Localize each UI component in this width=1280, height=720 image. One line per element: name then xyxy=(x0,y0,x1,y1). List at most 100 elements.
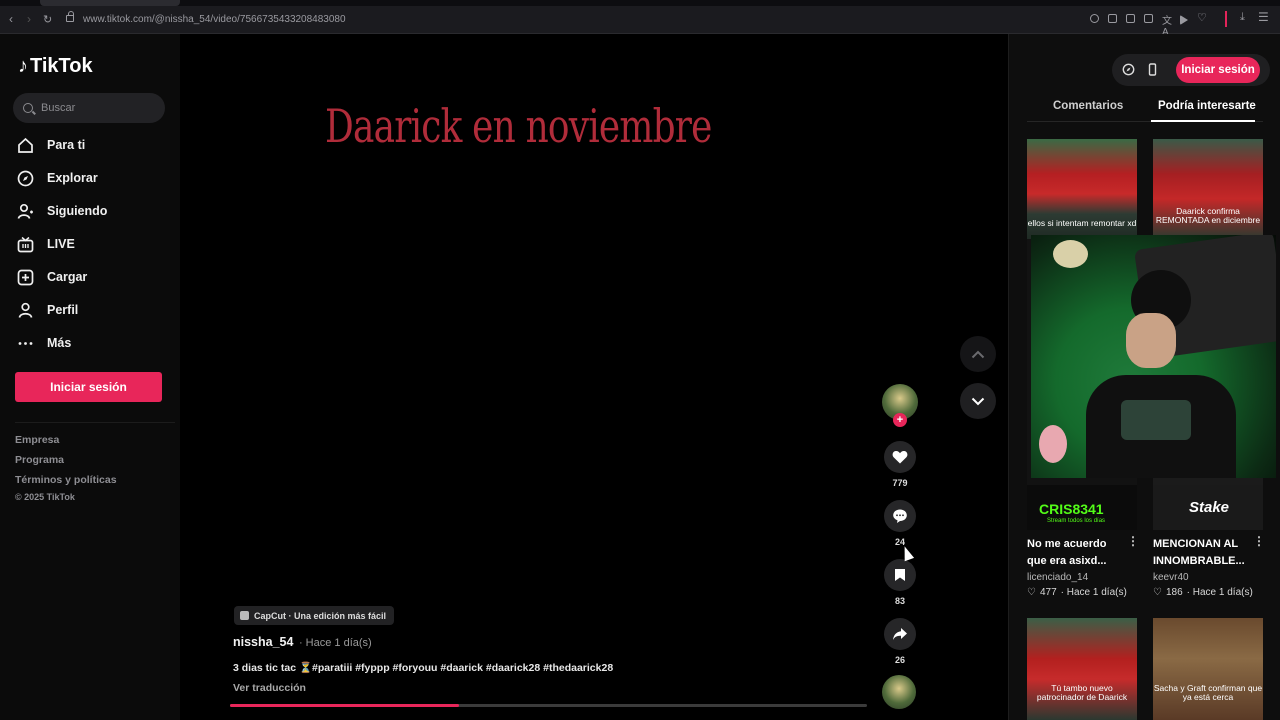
footer-link-empresa[interactable]: Empresa xyxy=(15,434,59,446)
tab-comentarios[interactable]: Comentarios xyxy=(1053,100,1123,112)
back-icon[interactable]: ‹ xyxy=(9,12,13,26)
bookmark-icon[interactable] xyxy=(884,559,916,591)
tiktok-logo[interactable]: ♪ TikTok xyxy=(18,55,93,78)
chevron-down-icon xyxy=(971,397,985,405)
login-button-top[interactable]: Iniciar sesión xyxy=(1176,57,1260,83)
card-title[interactable]: MENCIONAN AL INNOMBRABLE... xyxy=(1153,536,1253,569)
video-author[interactable]: nissha_54 · Hace 1 día(s) xyxy=(233,635,372,649)
pin-icon[interactable] xyxy=(1108,14,1117,23)
more-options-icon[interactable]: ⋮ xyxy=(1127,534,1139,548)
share-icon[interactable] xyxy=(884,618,916,650)
nav-item-para-ti[interactable]: Para ti xyxy=(17,134,85,156)
share-action[interactable]: 26 xyxy=(884,618,916,665)
tab-podria-interesarte[interactable]: Podría interesarte xyxy=(1158,100,1256,112)
card-likes: 186 xyxy=(1165,587,1183,598)
video-player[interactable]: Daarick en noviembre CapCut · Una edició… xyxy=(180,34,1008,720)
home-icon xyxy=(17,137,34,154)
video-thumbnail[interactable]: Sacha y Graft confirman que ya está cerc… xyxy=(1153,618,1263,720)
zoom-icon[interactable] xyxy=(1090,14,1099,23)
compass-icon[interactable] xyxy=(1122,63,1135,76)
reload-icon[interactable]: ↻ xyxy=(43,13,52,26)
video-thumbnail[interactable]: Daarick confirma REMONTADA en diciembre xyxy=(1153,139,1263,239)
microphone xyxy=(1053,240,1088,268)
like-action[interactable]: 779 xyxy=(884,441,916,488)
heart-icon[interactable] xyxy=(884,441,916,473)
live-tv-icon xyxy=(17,236,34,253)
sound-avatar[interactable] xyxy=(882,675,916,709)
chevron-up-icon xyxy=(971,350,985,358)
sidebar: ♪ TikTok Para ti Explorar Siguiendo LIVE… xyxy=(0,34,180,720)
capcut-icon xyxy=(240,611,249,620)
share-count: 26 xyxy=(894,655,905,665)
nav-item-live[interactable]: LIVE xyxy=(17,233,75,255)
nav-item-siguiendo[interactable]: Siguiendo xyxy=(17,200,107,222)
footer-link-terminos[interactable]: Términos y políticas xyxy=(15,474,117,486)
creator-avatar[interactable]: + xyxy=(882,384,918,427)
upload-plus-icon xyxy=(17,269,34,286)
next-video-button[interactable] xyxy=(960,383,996,419)
follow-plus-icon[interactable]: + xyxy=(893,413,907,427)
logo-text: TikTok xyxy=(30,55,93,77)
video-thumbnail[interactable]: Tú tambo nuevo patrocinador de Daarick xyxy=(1027,618,1137,720)
comment-icon[interactable] xyxy=(884,500,916,532)
menu-icon[interactable]: ☰ xyxy=(1258,10,1269,24)
shirt-print xyxy=(1121,400,1191,440)
video-thumbnail[interactable]: ellos si intentam remontar xd xyxy=(1027,139,1137,239)
card-likes: 477 xyxy=(1039,587,1057,598)
address-bar[interactable]: www.tiktok.com/@nissha_54/video/75667354… xyxy=(83,14,346,25)
comment-action[interactable]: 24 xyxy=(884,500,916,547)
right-panel: Iniciar sesión Comentarios Podría intere… xyxy=(1008,34,1280,720)
compass-icon xyxy=(17,170,34,187)
translate-icon[interactable]: 文A xyxy=(1162,12,1172,38)
shield-icon[interactable] xyxy=(1144,14,1153,23)
download-icon[interactable]: ⤓ xyxy=(1240,11,1249,23)
stake-logo: Stake xyxy=(1189,499,1230,516)
nav-item-cargar[interactable]: Cargar xyxy=(17,266,87,288)
card-user[interactable]: keevr40 xyxy=(1153,572,1189,583)
more-options-icon[interactable]: ⋮ xyxy=(1253,534,1265,548)
card-user[interactable]: licenciado_14 xyxy=(1027,572,1088,583)
nav-item-perfil[interactable]: Perfil xyxy=(17,299,78,321)
action-rail: + 779 24 83 26 xyxy=(882,384,918,665)
video-progress-bar[interactable] xyxy=(230,704,867,707)
login-button[interactable]: Iniciar sesión xyxy=(15,372,162,402)
previous-video-button[interactable] xyxy=(960,336,996,372)
play-icon[interactable] xyxy=(1180,15,1188,25)
thumbnail-caption: Sacha y Graft confirman que ya está cerc… xyxy=(1153,683,1263,703)
search-box[interactable] xyxy=(13,93,165,123)
person-follow-icon xyxy=(17,203,34,220)
streamer-webcam-overlay xyxy=(1031,235,1276,478)
lock-icon xyxy=(66,11,74,22)
nav-label: Siguiendo xyxy=(47,204,108,218)
save-action[interactable]: 83 xyxy=(884,559,916,606)
search-input[interactable] xyxy=(41,102,151,114)
video-caption: 3 dias tic tac ⏳#paratiii #fyppp #foryou… xyxy=(233,662,614,674)
stake-banner: Stake xyxy=(1153,485,1263,530)
author-name[interactable]: nissha_54 xyxy=(233,635,293,649)
panel-tabs: Comentarios Podría interesarte xyxy=(1027,92,1263,122)
mobile-icon[interactable] xyxy=(1146,63,1159,76)
search-icon xyxy=(23,103,33,113)
heart-outline-icon: ♡ xyxy=(1027,587,1036,598)
browser-toolbar: ‹ › ↻ www.tiktok.com/@nissha_54/video/75… xyxy=(0,0,1280,38)
browser-tab[interactable] xyxy=(40,0,180,6)
kick-banner: CRIS8341 Stream todos los días xyxy=(1027,485,1137,530)
card-time: · Hace 1 día(s) xyxy=(1060,587,1127,598)
active-tab-indicator xyxy=(1151,120,1255,122)
person-icon xyxy=(17,302,34,319)
capcut-label: CapCut · Una edición más fácil xyxy=(254,610,387,621)
footer-link-programa[interactable]: Programa xyxy=(15,454,64,466)
nav-item-mas[interactable]: Más xyxy=(17,332,71,354)
nav-label: Más xyxy=(47,336,72,350)
screenshot-icon[interactable] xyxy=(1126,14,1135,23)
emote-sticker xyxy=(1039,425,1067,463)
heart-bookmark-icon[interactable]: ♡ xyxy=(1197,11,1207,24)
card-title[interactable]: No me acuerdo que era asixd... xyxy=(1027,536,1127,569)
capcut-badge[interactable]: CapCut · Una edición más fácil xyxy=(234,606,395,625)
nav-label: Cargar xyxy=(47,270,88,284)
translate-link[interactable]: Ver traducción xyxy=(233,682,306,694)
nav-item-explorar[interactable]: Explorar xyxy=(17,167,98,189)
thumbnail-caption: Tú tambo nuevo patrocinador de Daarick xyxy=(1036,683,1128,703)
card-time: · Hace 1 día(s) xyxy=(1186,587,1253,598)
forward-icon[interactable]: › xyxy=(27,12,31,26)
